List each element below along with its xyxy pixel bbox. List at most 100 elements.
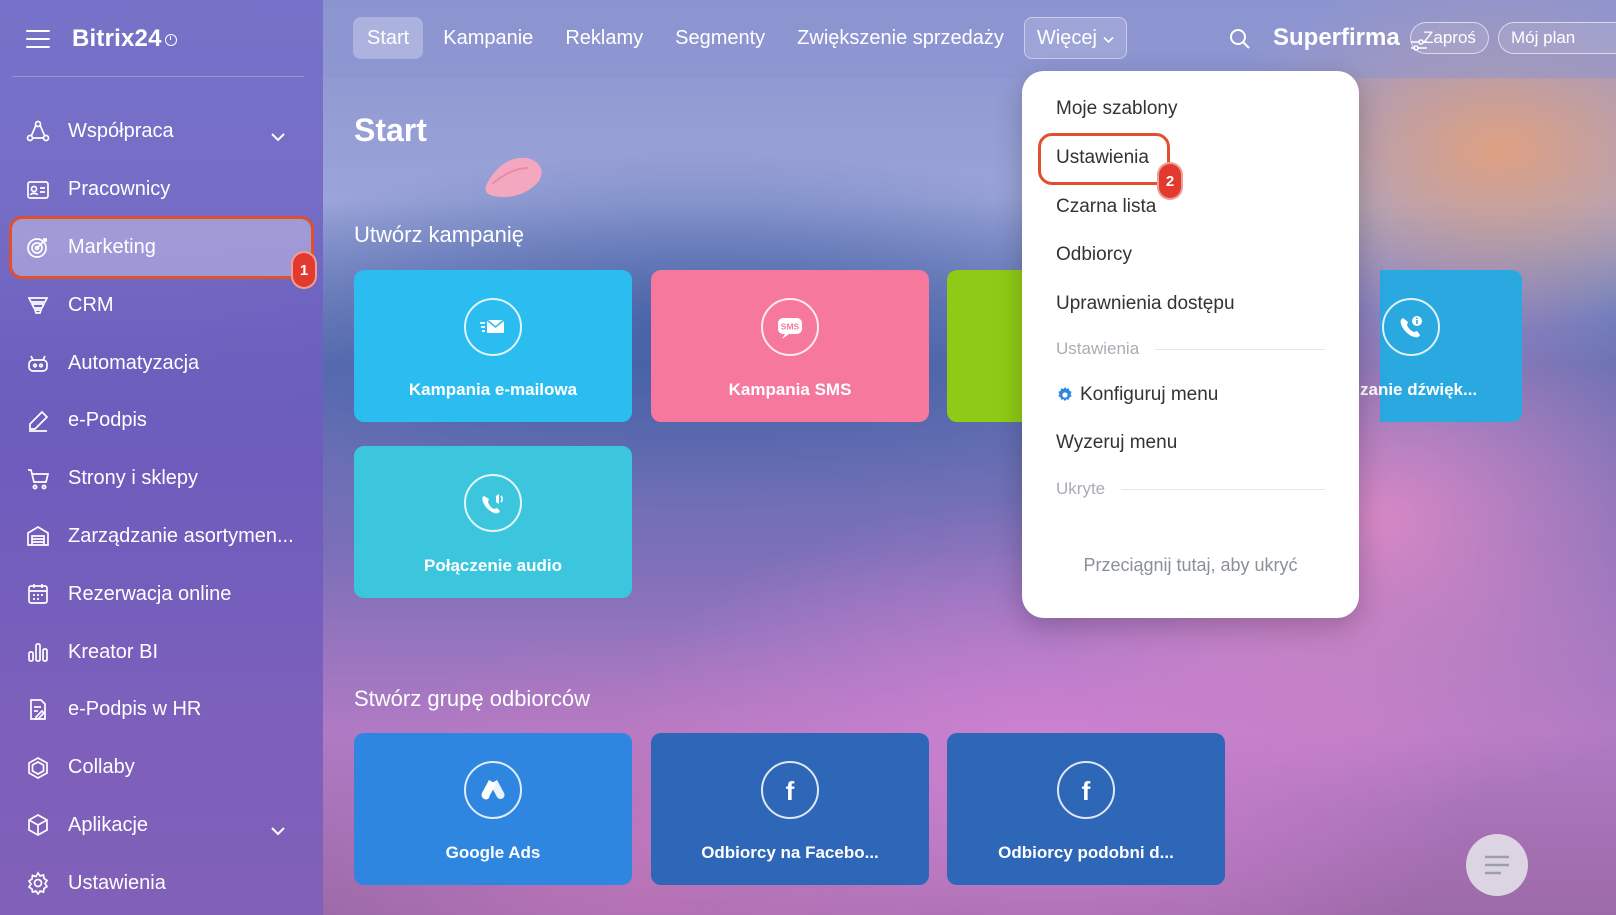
sidebar-item-wspolpraca[interactable]: Współpraca [0,103,323,161]
menu-item-settings[interactable]: Ustawienia [1056,147,1149,169]
sms-icon: SMS [761,298,819,356]
menu-section-hidden: Ukryte [1056,479,1325,499]
sidebar-item-label: Aplikacje [68,813,149,836]
sidebar-item-label: CRM [68,293,114,316]
sidebar-divider [12,76,304,77]
sidebar-nav: Współpraca Pracownicy Marketing CRM Auto… [0,103,323,912]
cube-icon [25,812,51,838]
phone-info-icon [1382,298,1440,356]
drop-zone-hint[interactable]: Przeciągnij tutaj, aby ukryć [1022,555,1359,576]
menu-item-access-permissions[interactable]: Uprawnienia dostępu [1056,293,1235,315]
tab-more-dropdown[interactable]: Więcej [1023,17,1127,59]
company-name[interactable]: Superfirma [1273,24,1428,52]
svg-text:f: f [786,776,795,805]
sidebar-item-marketing[interactable]: Marketing [9,215,314,280]
sidebar-item-strony-i-sklepy[interactable]: Strony i sklepy [0,450,323,508]
cart-icon [25,466,51,492]
chevron-down-icon[interactable] [271,125,285,142]
menu-item-blacklist[interactable]: Czarna lista [1056,196,1156,218]
tile-label: Odbiorcy podobni d... [998,843,1174,862]
tab-zwiekszenie-sprzedazy[interactable]: Zwiększenie sprzedaży [781,17,1020,59]
sidebar-item-label: Zarządzanie asortymen... [68,524,294,547]
email-icon [464,298,522,356]
create-group-heading: Stwórz grupę odbiorców [354,686,591,711]
employees-icon [25,177,51,203]
tile-sms-campaign[interactable]: SMS Kampania SMS [651,270,929,422]
tile-label: zanie dźwięk... [1360,380,1478,399]
clock-icon [164,34,177,46]
gear-icon [25,870,51,896]
sidebar-item-label: Collaby [68,756,135,779]
sidebar-item-kreator-bi[interactable]: Kreator BI [0,623,323,681]
step-badge-1: 1 [291,251,317,289]
sidebar-item-label: Ustawienia [68,871,166,894]
sidebar-item-e-podpis[interactable]: e-Podpis [0,392,323,450]
tile-label: Połączenie audio [424,556,562,575]
section-divider [1121,488,1325,490]
list-icon [1485,855,1509,875]
sidebar-item-ustawienia[interactable]: Ustawienia [0,854,323,912]
tile-google-ads[interactable]: Google Ads [354,733,632,885]
section-label: Ukryte [1056,479,1106,498]
menu-item-configure-menu[interactable]: Konfiguruj menu [1056,384,1218,406]
tile-voice-campaign[interactable]: zanie dźwięk... [1360,270,1522,422]
menu-item-recipients[interactable]: Odbiorcy [1056,244,1132,266]
decorative-petal [485,157,542,198]
sidebar-item-automatyzacja[interactable]: Automatyzacja [0,334,323,392]
tile-audio-call[interactable]: Połączenie audio [354,446,632,598]
gear-icon [1058,387,1072,402]
section-divider [1155,348,1325,350]
sidebar-item-label: Współpraca [68,120,174,143]
tab-start[interactable]: Start [353,17,424,59]
menu-section-settings: Ustawienia [1056,339,1325,359]
chevron-down-icon[interactable] [271,819,285,835]
bar-chart-icon [25,639,51,665]
step-badge-2: 2 [1157,162,1183,200]
menu-item-reset-menu[interactable]: Wyzeruj menu [1056,432,1177,454]
svg-text:f: f [1082,776,1091,805]
app-logo[interactable]: Bitrix24 [72,25,162,53]
menu-item-my-templates[interactable]: Moje szablony [1056,98,1177,120]
sidebar-item-label: e-Podpis [68,409,147,432]
facebook-icon: f [761,761,819,819]
sidebar-item-e-podpis-hr[interactable]: e-Podpis w HR [0,681,323,739]
tile-label: Kampania e-mailowa [408,380,578,399]
sidebar-item-label: e-Podpis w HR [68,698,202,721]
sidebar-item-label: Automatyzacja [68,351,200,374]
tab-reklamy[interactable]: Reklamy [549,17,659,59]
collaboration-icon [25,119,51,145]
sidebar-item-aplikacje[interactable]: Aplikacje [0,797,323,855]
tab-segmenty[interactable]: Segmenty [659,17,781,59]
audio-call-icon [464,474,522,532]
target-icon [25,234,51,260]
search-icon[interactable] [1228,27,1252,51]
tile-email-campaign[interactable]: Kampania e-mailowa [354,270,632,422]
hamburger-menu-icon[interactable] [26,30,50,48]
page-title: Start [354,112,427,148]
logo-row: Bitrix24 [26,22,177,56]
signature-pen-icon [25,408,51,434]
google-ads-icon [464,761,522,819]
floating-menu-button[interactable] [1466,834,1528,896]
sidebar-item-label: Rezerwacja online [68,582,232,605]
tile-facebook-audience[interactable]: f Odbiorcy na Facebo... [651,733,929,885]
create-campaign-heading: Utwórz kampanię [354,222,524,247]
menu-item-label: Konfiguruj menu [1080,384,1219,405]
sidebar-item-pracownicy[interactable]: Pracownicy [0,161,323,219]
my-plan-button[interactable]: Mój plan [1498,22,1616,54]
sidebar-item-collaby[interactable]: Collaby [0,739,323,797]
sidebar-item-zarzadzanie-asortymentem[interactable]: Zarządzanie asortymen... [0,508,323,566]
top-navigation-bar: Start Kampanie Reklamy Segmenty Zwiększe… [323,0,1616,78]
tile-facebook-lookalike[interactable]: f Odbiorcy podobni d... [947,733,1225,885]
tab-bar: Start Kampanie Reklamy Segmenty Zwiększe… [353,17,1127,59]
calendar-icon [25,581,51,607]
company-label: Superfirma [1273,24,1400,51]
tab-kampanie[interactable]: Kampanie [427,17,549,59]
tab-more-label: Więcej [1036,26,1097,49]
tile-campaign-hidden[interactable] [947,270,1027,422]
invite-button[interactable]: Zaproś [1410,22,1489,54]
document-sign-icon [25,697,51,723]
sidebar-item-rezerwacja-online[interactable]: Rezerwacja online [0,565,323,623]
sidebar-item-label: Strony i sklepy [68,467,199,490]
sidebar-item-crm[interactable]: CRM [0,276,323,334]
